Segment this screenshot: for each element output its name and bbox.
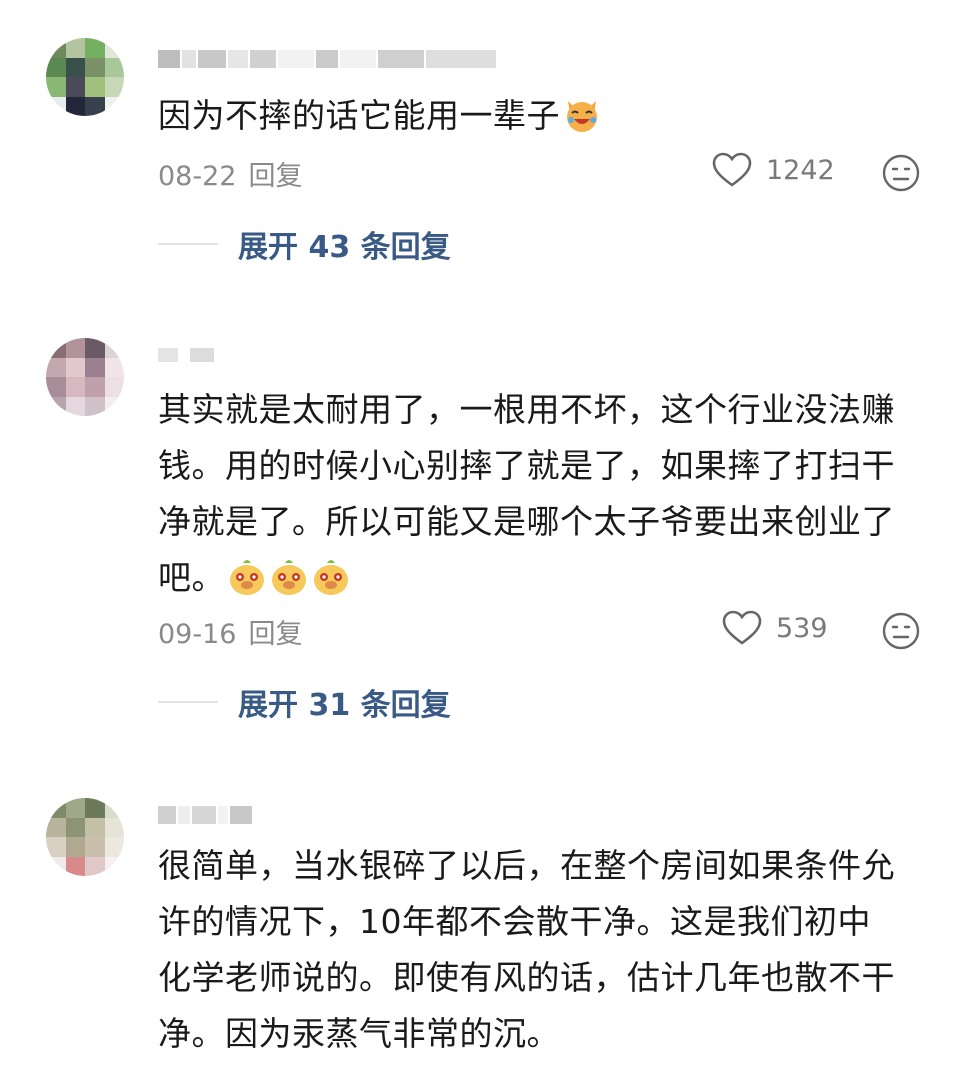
like-button[interactable]: 539 — [722, 610, 828, 646]
heart-icon — [722, 610, 762, 645]
username[interactable] — [158, 42, 496, 76]
comment-text: 因为不摔的话它能用一辈子 — [158, 88, 903, 144]
like-button[interactable]: 1242 — [712, 152, 835, 188]
expand-replies-label: 展开 31 条回复 — [238, 688, 451, 723]
like-count: 539 — [776, 612, 828, 644]
avatar[interactable] — [46, 798, 124, 876]
like-count: 1242 — [766, 154, 835, 186]
reply-button[interactable]: 回复 — [248, 619, 302, 650]
avatar[interactable] — [46, 38, 124, 116]
avatar[interactable] — [46, 338, 124, 416]
comment-text: 很简单，当水银碎了以后，在整个房间如果条件允许的情况下，10年都不会散干净。这是… — [158, 838, 903, 1062]
expand-replies-button[interactable]: 展开 43 条回复 — [158, 222, 451, 266]
comment-text: 其实就是太耐用了，一根用不坏，这个行业没法赚钱。用的时候小心别摔了就是了，如果摔… — [158, 382, 903, 606]
meh-face-icon[interactable] — [882, 154, 920, 192]
comment-meta: 09-16 回复 — [158, 612, 302, 651]
username[interactable] — [158, 338, 214, 372]
comment-text-content: 很简单，当水银碎了以后，在整个房间如果条件允许的情况下，10年都不会散干净。这是… — [158, 846, 895, 1053]
comment-date: 08-22 — [158, 161, 237, 192]
divider — [158, 701, 218, 703]
username[interactable] — [158, 798, 252, 832]
comment-date: 09-16 — [158, 619, 237, 650]
comment-text-content: 因为不摔的话它能用一辈子 — [158, 96, 560, 135]
comment-meta: 08-22 回复 — [158, 154, 302, 193]
reply-button[interactable]: 回复 — [248, 161, 302, 192]
expand-replies-button[interactable]: 展开 31 条回复 — [158, 680, 451, 724]
laughing-cat-emoji-icon — [567, 101, 597, 132]
dog-emoji-icon — [314, 560, 348, 595]
expand-replies-label: 展开 43 条回复 — [238, 230, 451, 265]
dog-emoji-icon — [230, 560, 264, 595]
divider — [158, 243, 218, 245]
dog-emoji-icon — [272, 560, 306, 595]
heart-icon — [712, 152, 752, 187]
meh-face-icon[interactable] — [882, 612, 920, 650]
